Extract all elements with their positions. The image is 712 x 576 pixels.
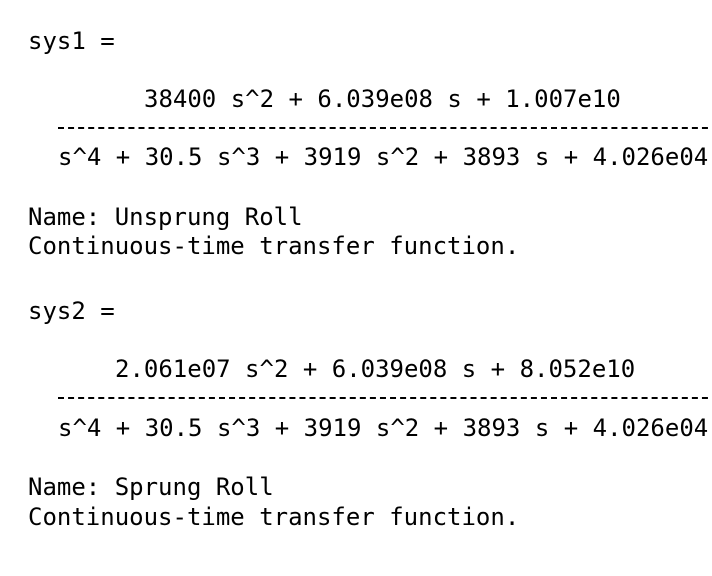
sys1-type: Continuous-time transfer function. (28, 232, 520, 260)
sys2-type: Continuous-time transfer function. (28, 503, 520, 531)
command-window-output: sys1 = 38400 s^2 + 6.039e08 s + 1.007e10… (0, 0, 712, 576)
sys1-fraction-bar (58, 127, 712, 129)
sys2-label: sys2 = (28, 297, 115, 325)
sys2-fraction-bar (58, 397, 712, 399)
sys1-name: Name: Unsprung Roll (28, 203, 303, 231)
sys2-numerator: 2.061e07 s^2 + 6.039e08 s + 8.052e10 (115, 355, 636, 383)
sys2-denominator: s^4 + 30.5 s^3 + 3919 s^2 + 3893 s + 4.0… (58, 414, 709, 442)
sys1-label: sys1 = (28, 27, 115, 55)
sys1-denominator: s^4 + 30.5 s^3 + 3919 s^2 + 3893 s + 4.0… (58, 143, 709, 171)
sys1-numerator: 38400 s^2 + 6.039e08 s + 1.007e10 (144, 85, 621, 113)
sys2-name: Name: Sprung Roll (28, 473, 274, 501)
